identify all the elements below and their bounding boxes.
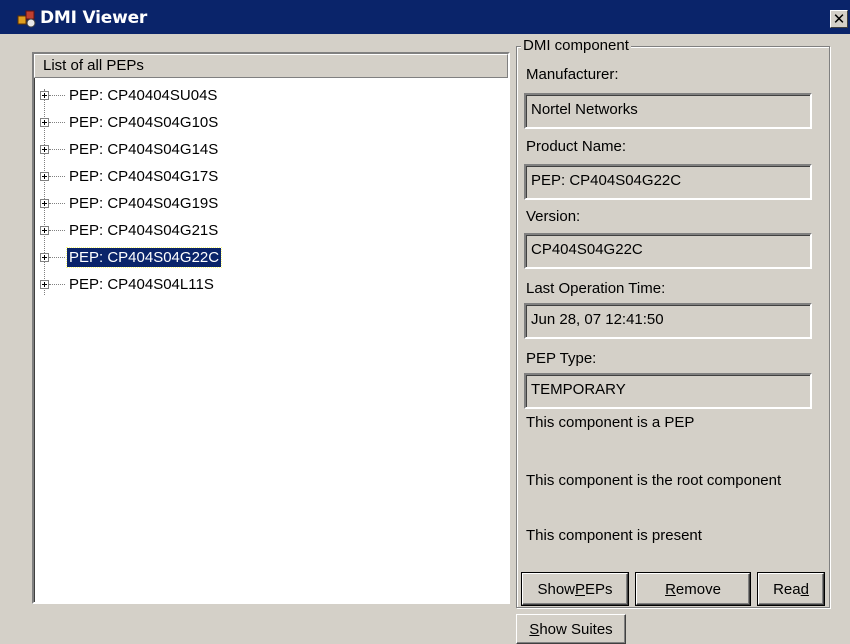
close-icon[interactable]: ✕ [830,10,848,28]
dmi-app-icon [16,8,38,28]
read-mnemonic: d [800,580,809,598]
product-name-field[interactable]: PEP: CP404S04G22C [524,164,812,200]
tree-item[interactable]: PEP: CP404S04G10S [34,109,508,136]
read-label: Rea [773,580,801,598]
tree-item-label: PEP: CP40404SU04S [69,87,218,104]
tree-item[interactable]: PEP: CP40404SU04S [34,82,508,109]
tree-expand-plus-icon[interactable] [40,91,49,100]
status-is-pep: This component is a PEP [526,414,695,431]
tree-connector [49,229,65,232]
remove-button[interactable]: Remove [635,572,751,606]
tree-expand-plus-icon[interactable] [40,145,49,154]
tree-item[interactable]: PEP: CP404S04L11S [34,271,508,298]
remove-label-rest: emove [675,580,721,598]
show-suites-label-rest: how Suites [539,620,613,638]
tree-connector [49,283,65,286]
tree-expand-plus-icon[interactable] [40,199,49,208]
title-bar[interactable]: DMI Viewer ✕ [0,0,850,34]
show-suites-mnemonic: S [529,620,540,638]
pep-tree[interactable]: List of all PEPs PEP: CP40404SU04S PEP: C… [32,52,510,604]
tree-expand-plus-icon[interactable] [40,172,49,181]
tree-connector [49,121,65,124]
tree-header: List of all PEPs [34,54,508,78]
version-field[interactable]: CP404S04G22C [524,233,812,269]
tree-item-label: PEP: CP404S04G10S [69,114,219,131]
status-is-present: This component is present [526,527,702,544]
tree-list: PEP: CP40404SU04S PEP: CP404S04G10S PEP: C… [34,78,508,298]
product-name-label: Product Name: [526,138,627,155]
tree-item-label: PEP: CP404S04G19S [69,195,219,212]
tree-expand-plus-icon[interactable] [40,253,49,262]
tree-item-label: PEP: CP404S04G22C [65,247,223,268]
tree-connector [49,256,65,259]
tree-item-label: PEP: CP404S04G21S [69,222,219,239]
tree-connector [49,94,65,97]
last-operation-time-field[interactable]: Jun 28, 07 12:41:50 [524,303,812,339]
tree-item-label: PEP: CP404S04L11S [69,276,214,293]
window-title: DMI Viewer [40,8,148,28]
tree-connector [49,148,65,151]
tree-expand-plus-icon[interactable] [40,118,49,127]
tree-item[interactable]: PEP: CP404S04G19S [34,190,508,217]
show-peps-mnemonic: P [575,580,586,598]
version-label: Version: [526,208,581,225]
show-suites-button[interactable]: Show Suites [516,614,626,644]
tree-item-label: PEP: CP404S04G14S [69,141,219,158]
manufacturer-field[interactable]: Nortel Networks [524,93,812,129]
last-operation-time-label: Last Operation Time: [526,280,666,297]
show-peps-label: Show [537,580,575,598]
status-is-root: This component is the root component [526,472,782,489]
tree-item-label: PEP: CP404S04G17S [69,168,219,185]
tree-item[interactable]: PEP: CP404S04G22C [34,244,508,271]
tree-expand-plus-icon[interactable] [40,226,49,235]
remove-mnemonic: R [665,580,676,598]
tree-expand-plus-icon[interactable] [40,280,49,289]
read-button[interactable]: Rea d [757,572,825,606]
manufacturer-label: Manufacturer: [526,66,619,83]
pep-type-field[interactable]: TEMPORARY [524,373,812,409]
tree-item[interactable]: PEP: CP404S04G17S [34,163,508,190]
tree-item[interactable]: PEP: CP404S04G21S [34,217,508,244]
tree-connector [49,202,65,205]
show-peps-label-rest: EPs [585,580,613,598]
group-legend: DMI component [521,37,631,54]
show-peps-button[interactable]: Show P EPs [521,572,629,606]
tree-item[interactable]: PEP: CP404S04G14S [34,136,508,163]
pep-type-label: PEP Type: [526,350,597,367]
tree-connector [49,175,65,178]
